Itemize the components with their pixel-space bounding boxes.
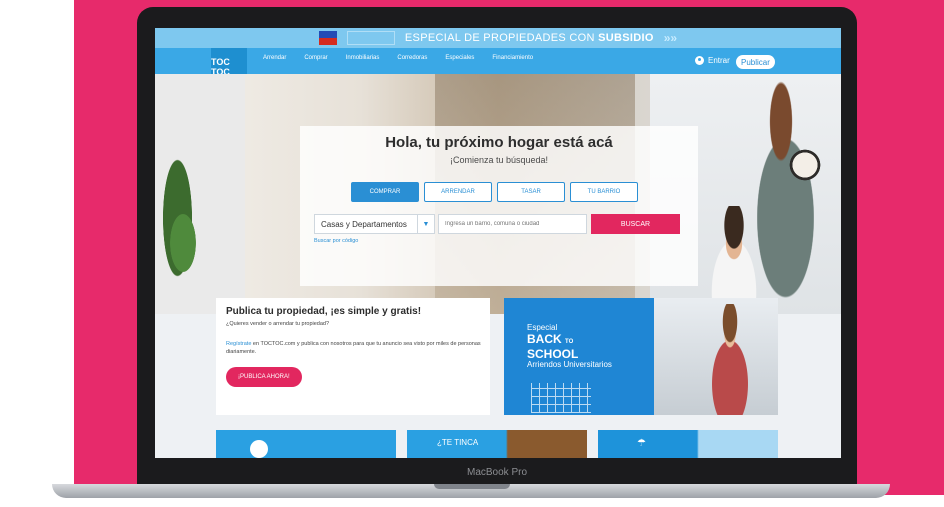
promo-card-1[interactable] <box>216 430 396 458</box>
bts-back: BACK TO <box>527 332 574 346</box>
chevron-right-icon: »» <box>663 31 678 45</box>
nav-links: Arrendar Comprar Inmobiliarias Corredora… <box>263 55 533 61</box>
tab-tasar[interactable]: TASAR <box>497 182 565 202</box>
publish-question: ¿Quieres vender o arrendar tu propiedad? <box>226 321 330 327</box>
search-tabs: COMPRAR ARRENDAR TASAR TU BARRIO <box>351 182 638 202</box>
promo-card-3[interactable] <box>598 430 778 458</box>
publish-button[interactable]: Publicar <box>736 55 775 69</box>
notebook-graphic <box>531 383 591 413</box>
promo-card-2[interactable] <box>407 430 587 458</box>
promo-text: ESPECIAL DE PROPIEDADES CON SUBSIDIO <box>404 32 654 44</box>
device-label: MacBook Pro <box>466 467 528 478</box>
student-figure <box>697 304 763 415</box>
nav-link-corredoras[interactable]: Corredoras <box>397 55 427 61</box>
bts-especial: Especial <box>527 323 558 332</box>
houses-icon <box>346 31 395 45</box>
bts-subtitle: Arriendos Universitarios <box>527 360 612 369</box>
user-icon <box>695 56 704 65</box>
register-link[interactable]: Regístrate <box>226 341 251 347</box>
back-to-school-text: Especial BACK TO SCHOOL Arriendos Univer… <box>527 323 612 370</box>
login-button[interactable]: Entrar <box>695 56 730 65</box>
laptop-notch <box>434 484 510 489</box>
chile-flag-icon <box>318 31 337 45</box>
publish-body-text: en TOCTOC.com y publica con nosotros par… <box>226 341 481 355</box>
page: ESPECIAL DE PROPIEDADES CON SUBSIDIO »» … <box>0 0 944 507</box>
plant-image-2 <box>163 198 203 288</box>
nav-link-arrendar[interactable]: Arrendar <box>263 55 286 61</box>
search-button[interactable]: BUSCAR <box>591 214 680 234</box>
search-by-code-link[interactable]: Buscar por código <box>314 238 358 244</box>
chevron-down-icon[interactable]: ▼ <box>417 215 434 233</box>
umbrella-icon: ☂ <box>637 438 646 449</box>
search-input[interactable] <box>438 214 587 234</box>
hero-title: Hola, tu próximo hogar está acá <box>385 134 613 151</box>
promo-card-2-text: ¿TE TINCA <box>437 438 479 447</box>
publish-now-button[interactable]: ¡PUBLICA AHORA! <box>226 367 302 387</box>
tab-arrendar[interactable]: ARRENDAR <box>424 182 492 202</box>
bts-school: SCHOOL <box>527 347 579 361</box>
tab-tu-barrio[interactable]: TU BARRIO <box>570 182 638 202</box>
nav-link-financiamiento[interactable]: Financiamiento <box>492 55 533 61</box>
nav-link-comprar[interactable]: Comprar <box>304 55 327 61</box>
promo-banner[interactable]: ESPECIAL DE PROPIEDADES CON SUBSIDIO »» <box>155 28 841 48</box>
laptop-screen: ESPECIAL DE PROPIEDADES CON SUBSIDIO »» … <box>155 28 841 458</box>
tab-comprar[interactable]: COMPRAR <box>351 182 419 202</box>
publish-title: Publica tu propiedad, ¡es simple y grati… <box>226 306 422 317</box>
hero-subtitle: ¡Comienza tu búsqueda! <box>449 155 549 165</box>
nav-link-especiales[interactable]: Especiales <box>445 55 474 61</box>
government-seal-icon <box>250 440 268 458</box>
nav-link-inmobiliarias[interactable]: Inmobiliarias <box>346 55 380 61</box>
publish-body: Regístrate en TOCTOC.com y publica con n… <box>226 340 482 356</box>
login-label: Entrar <box>708 56 730 65</box>
dog-figure <box>785 146 825 184</box>
